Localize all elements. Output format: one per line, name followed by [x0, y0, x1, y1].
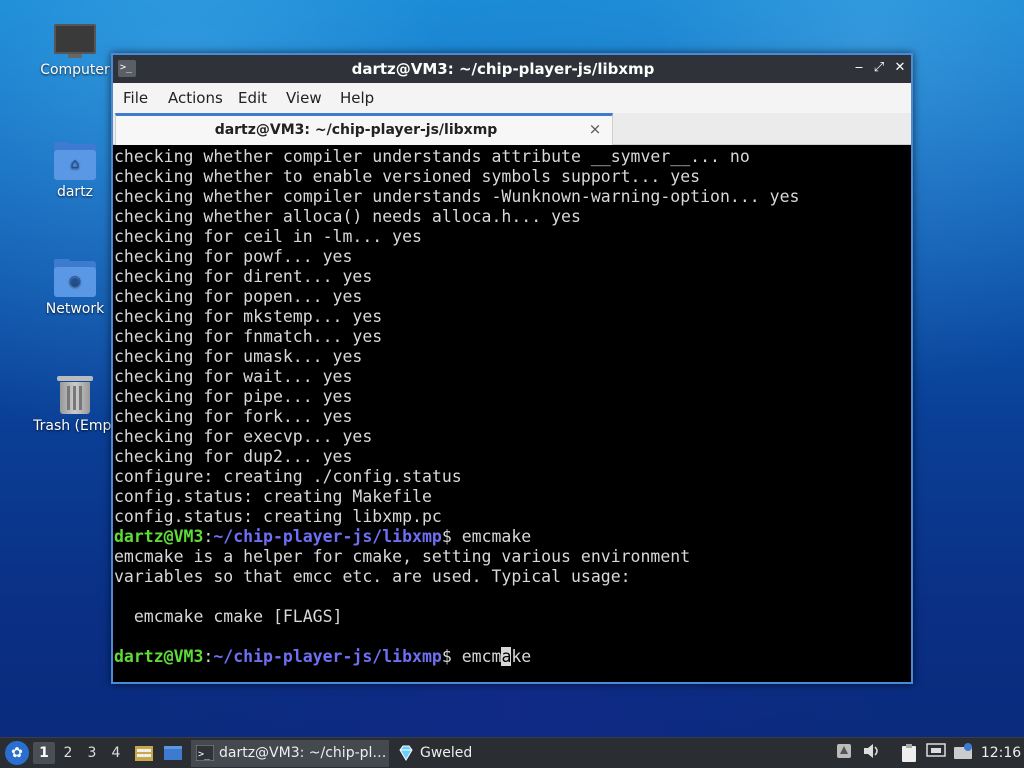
- terminal-line: checking for fnmatch... yes: [114, 327, 383, 346]
- terminal-line: checking for dup2... yes: [114, 447, 353, 466]
- app-menu-button[interactable]: ✿: [5, 741, 29, 765]
- gem-icon: [397, 744, 415, 761]
- show-desktop-icon[interactable]: [163, 743, 183, 763]
- workspace-2[interactable]: 2: [57, 742, 79, 764]
- terminal-line: config.status: creating Makefile: [114, 487, 432, 506]
- terminal-prompt-line: dartz@VM3:~/chip-player-js/libxmp$ emcma…: [114, 527, 531, 547]
- terminal-line: config.status: creating libxmp.pc: [114, 507, 442, 526]
- desktop-icon-home[interactable]: ⌂ dartz: [25, 142, 125, 200]
- prompt-colon: :: [203, 527, 214, 546]
- desktop-icon-label: Network: [45, 301, 105, 317]
- prompt-colon: :: [203, 647, 214, 666]
- current-input-rest: ke: [511, 647, 532, 666]
- terminal-input-line[interactable]: dartz@VM3:~/chip-player-js/libxmp$ emcma…: [114, 647, 531, 667]
- menubar: File Actions Edit View Help: [113, 83, 911, 113]
- tab-terminal[interactable]: dartz@VM3: ~/chip-player-js/libxmp ×: [115, 113, 613, 145]
- terminal-line: checking for ceil in -lm... yes: [114, 227, 422, 246]
- prompt-path: ~/chip-player-js/libxmp: [213, 647, 442, 666]
- workspace-4[interactable]: 4: [105, 742, 127, 764]
- terminal-line: checking for mkstemp... yes: [114, 307, 383, 326]
- desktop-icon-label: Computer: [40, 62, 110, 78]
- task-label: dartz@VM3: ~/chip-pl…: [219, 745, 387, 761]
- prompt-path: ~/chip-player-js/libxmp: [213, 527, 442, 546]
- menu-help[interactable]: Help: [340, 83, 374, 113]
- terminal-line: checking for execvp... yes: [114, 427, 373, 446]
- terminal-line: checking whether compiler understands -W…: [114, 187, 800, 206]
- menu-actions[interactable]: Actions: [168, 83, 223, 113]
- prompt-symbol: $: [441, 647, 452, 666]
- text-cursor: a: [501, 647, 512, 666]
- terminal-line: configure: creating ./config.status: [114, 467, 462, 486]
- desktop-icon-network[interactable]: ◉ Network: [25, 259, 125, 317]
- svg-text:>_: >_: [198, 749, 211, 760]
- update-notifier-icon[interactable]: [953, 743, 973, 763]
- file-manager-icon[interactable]: [134, 743, 154, 763]
- task-label: Gweled: [420, 745, 473, 761]
- window-title: dartz@VM3: ~/chip-player-js/libxmp: [351, 60, 655, 78]
- notifications-icon[interactable]: [834, 743, 854, 763]
- workspace-3[interactable]: 3: [81, 742, 103, 764]
- menu-view[interactable]: View: [286, 83, 322, 113]
- prompt-command: emcmake: [451, 527, 532, 546]
- desktop-icon-label: Trash (Empt: [33, 418, 117, 434]
- terminal-line: variables so that emcc etc. are used. Ty…: [114, 567, 631, 586]
- clock[interactable]: 12:16: [978, 738, 1024, 768]
- terminal-line: checking whether alloca() needs alloca.h…: [114, 207, 581, 226]
- volume-icon[interactable]: [862, 743, 882, 763]
- current-input: emcm: [451, 647, 502, 666]
- terminal-line: emcmake is a helper for cmake, setting v…: [114, 547, 691, 566]
- terminal-line: emcmake cmake [FLAGS]: [114, 607, 343, 626]
- terminal-line: checking for wait... yes: [114, 367, 353, 386]
- desktop-icon-trash[interactable]: Trash (Empt: [25, 374, 125, 434]
- terminal-line: checking whether compiler understands at…: [114, 147, 750, 166]
- network-folder-icon: ◉: [54, 259, 96, 297]
- task-gweled[interactable]: Gweled: [392, 740, 482, 767]
- terminal-line: checking whether to enable versioned sym…: [114, 167, 701, 186]
- menu-file[interactable]: File: [123, 83, 148, 113]
- prompt-user: dartz@VM3: [114, 527, 204, 546]
- task-terminal[interactable]: >_ dartz@VM3: ~/chip-pl…: [191, 740, 389, 767]
- window-titlebar[interactable]: >_ dartz@VM3: ~/chip-player-js/libxmp ‒ …: [113, 55, 911, 83]
- minimize-button[interactable]: ‒: [851, 60, 867, 76]
- terminal-window[interactable]: >_ dartz@VM3: ~/chip-player-js/libxmp ‒ …: [111, 53, 913, 684]
- tab-close-icon[interactable]: ×: [586, 120, 604, 138]
- terminal-line: checking for powf... yes: [114, 247, 353, 266]
- tab-title: dartz@VM3: ~/chip-player-js/libxmp: [214, 122, 498, 138]
- network-status-icon[interactable]: [926, 743, 946, 763]
- terminal-output[interactable]: checking whether compiler understands at…: [113, 147, 911, 682]
- terminal-line: checking for popen... yes: [114, 287, 363, 306]
- home-folder-icon: ⌂: [54, 142, 96, 180]
- clipboard-icon[interactable]: [899, 743, 919, 763]
- terminal-line: checking for umask... yes: [114, 347, 363, 366]
- workspace-1[interactable]: 1: [33, 742, 55, 764]
- desktop-icon-label: dartz: [56, 184, 94, 200]
- terminal-line: checking for fork... yes: [114, 407, 353, 426]
- terminal-line: checking for dirent... yes: [114, 267, 373, 286]
- terminal-icon: >_: [195, 744, 215, 762]
- tab-bar: dartz@VM3: ~/chip-player-js/libxmp ×: [113, 113, 911, 145]
- prompt-symbol: $: [441, 527, 452, 546]
- prompt-user: dartz@VM3: [114, 647, 204, 666]
- close-button[interactable]: ✕: [892, 60, 908, 76]
- maximize-button[interactable]: ⤢: [871, 60, 887, 76]
- taskbar: ✿ 1 2 3 4 >_ dartz@VM3: ~/chip-pl… Gwele…: [0, 737, 1024, 768]
- desktop-icon-computer[interactable]: Computer: [25, 24, 125, 78]
- terminal-line: checking for pipe... yes: [114, 387, 353, 406]
- menu-edit[interactable]: Edit: [238, 83, 267, 113]
- trash-icon: [57, 374, 93, 414]
- computer-icon: [54, 24, 96, 58]
